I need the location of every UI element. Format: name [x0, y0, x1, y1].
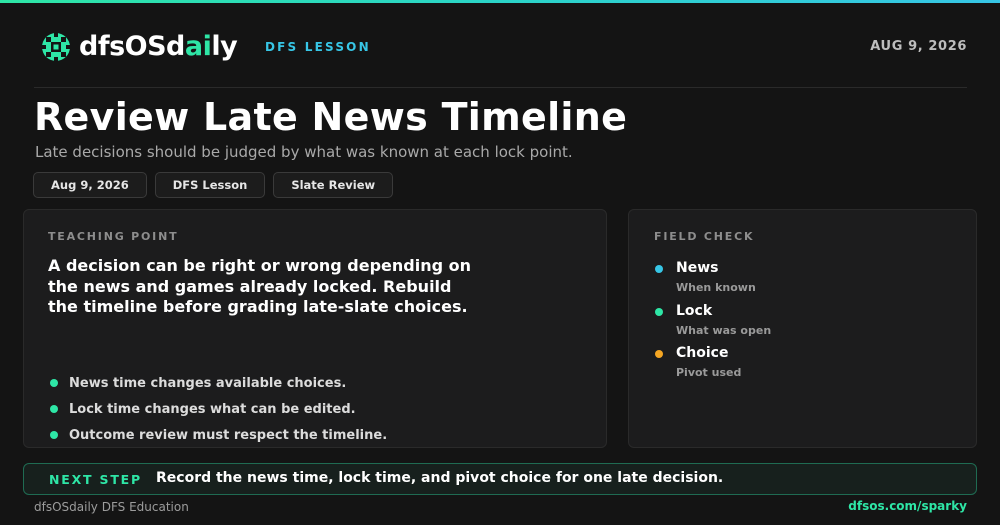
teaching-bullets: News time changes available choices. Loc…: [50, 370, 387, 448]
field-check-news: News When known: [655, 259, 771, 302]
field-check-choice: Choice Pivot used: [655, 344, 771, 387]
chip-date: Aug 9, 2026: [33, 172, 147, 198]
tag-chips: Aug 9, 2026 DFS Lesson Slate Review: [33, 172, 394, 198]
footer-link[interactable]: dfsos.com/sparky: [848, 499, 967, 513]
next-step-label: NEXT STEP: [49, 472, 142, 487]
bullet-dot-icon: [50, 431, 58, 439]
section-kicker: DFS LESSON: [265, 40, 371, 54]
field-check-lock: Lock What was open: [655, 302, 771, 345]
list-item: Outcome review must respect the timeline…: [50, 422, 387, 448]
bullet-dot-icon: [50, 405, 58, 413]
footer-credit: dfsOSdaily DFS Education: [34, 500, 189, 514]
status-dot-icon: [655, 265, 663, 273]
page-title: Review Late News Timeline: [34, 95, 628, 139]
brand-name: dfsOSdaily: [79, 31, 238, 62]
list-item: News time changes available choices.: [50, 370, 387, 396]
chip-category: DFS Lesson: [154, 172, 266, 198]
status-dot-icon: [655, 307, 663, 316]
next-step-text: Record the news time, lock time, and piv…: [156, 470, 724, 486]
teaching-point-card: TEACHING POINT A decision can be right o…: [23, 209, 607, 448]
top-accent-bar: [0, 0, 1000, 3]
header-date: AUG 9, 2026: [870, 39, 967, 54]
list-item: Lock time changes what can be edited.: [50, 396, 387, 422]
logo-icon: [42, 33, 70, 61]
page-subtitle: Late decisions should be judged by what …: [35, 143, 573, 161]
chip-topic: Slate Review: [273, 172, 394, 198]
status-dot-icon: [655, 350, 663, 358]
bullet-dot-icon: [50, 379, 58, 387]
header: dfsOSdaily DFS LESSON AUG 9, 2026: [34, 28, 967, 88]
field-check-label: FIELD CHECK: [654, 230, 755, 243]
field-check-list: News When known Lock What was open Choic…: [655, 259, 771, 387]
next-step-banner: NEXT STEP Record the news time, lock tim…: [23, 463, 977, 495]
teaching-point-lead: A decision can be right or wrong dependi…: [48, 256, 472, 316]
field-check-card: FIELD CHECK News When known Lock What wa…: [628, 209, 977, 448]
teaching-point-label: TEACHING POINT: [48, 230, 179, 243]
